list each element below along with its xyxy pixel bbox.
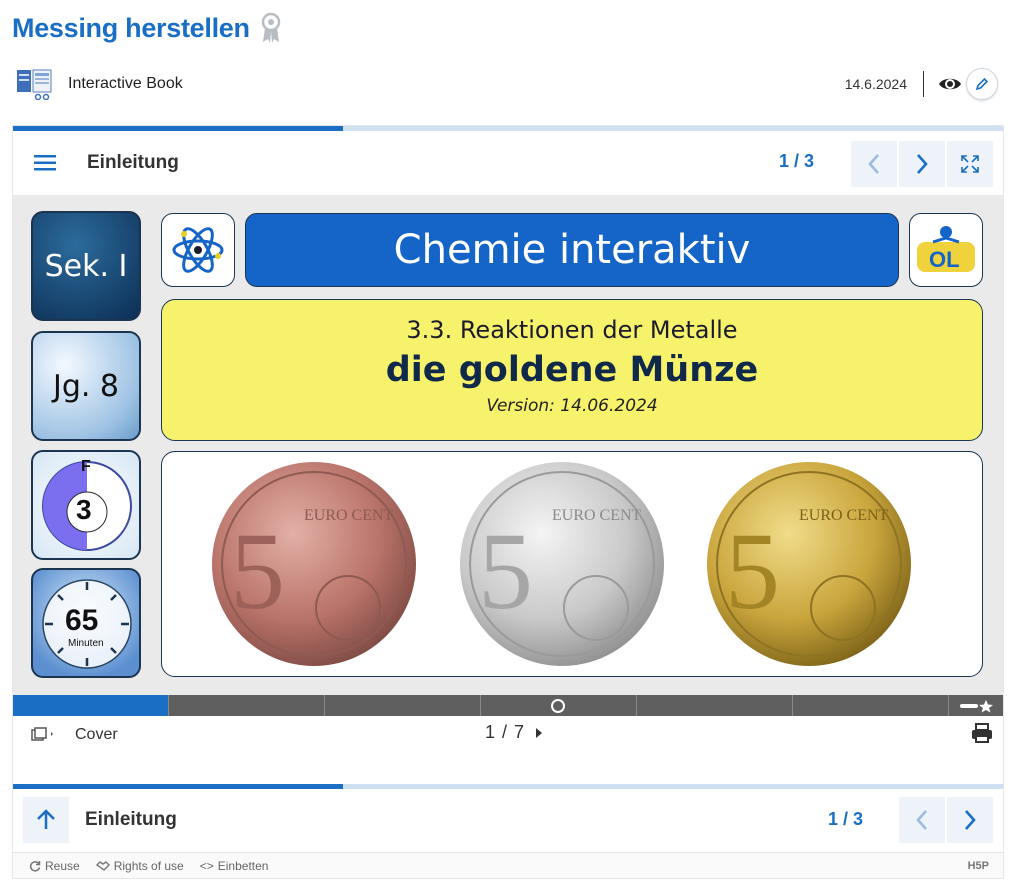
- atom-icon-box: [161, 213, 235, 287]
- arrow-up-icon: [37, 809, 55, 829]
- fullscreen-icon: [961, 155, 979, 173]
- menu-button[interactable]: [13, 131, 77, 195]
- refresh-icon: [29, 860, 41, 872]
- level-label: Sek. I: [44, 248, 128, 284]
- chapter-counter: 1 / 3: [779, 151, 815, 171]
- content-meta-row: Interactive Book 14.6.2024: [16, 66, 998, 102]
- previous-chapter-button[interactable]: [851, 141, 897, 187]
- svg-text:EURO CENT: EURO CENT: [552, 507, 642, 524]
- next-chapter-button[interactable]: [899, 141, 945, 187]
- embed-label: Einbetten: [217, 858, 269, 873]
- level-tile: Sek. I: [31, 211, 141, 321]
- slide-footer: Cover 1 / 7: [13, 716, 1003, 756]
- subtitle-box: 3.3. Reaktionen der Metalle die goldene …: [161, 299, 983, 441]
- slide-counter-text: 1 / 7: [485, 722, 526, 742]
- interactive-book: Einleitung 1 / 3 Sek. I Jg. 8 F 3 65 Min…: [12, 125, 1004, 879]
- version-label: Version: 14.06.2024: [486, 396, 658, 416]
- page-header: Messing herstellen: [12, 10, 282, 46]
- difficulty-level: 3: [76, 494, 92, 525]
- slides-icon: [31, 727, 53, 741]
- duration-tile: 65 Minuten: [31, 568, 141, 678]
- hamburger-icon: [34, 155, 56, 171]
- handshake-icon: [95, 860, 110, 871]
- task-marker-icon[interactable]: [550, 698, 566, 714]
- bottom-chapter-counter: 1 / 3: [828, 809, 864, 829]
- difficulty-tile: F 3: [31, 450, 141, 560]
- ol-logo-icon: OL: [917, 226, 975, 272]
- summary-star-icon[interactable]: [958, 699, 994, 713]
- rights-of-use-link[interactable]: Rights of use: [95, 858, 184, 873]
- eye-icon[interactable]: [938, 72, 962, 96]
- svg-text:EURO CENT: EURO CENT: [799, 507, 889, 524]
- chapter-title: Einleitung: [87, 152, 179, 173]
- copper-coin-icon: 5 EURO CENT: [212, 462, 416, 666]
- reuse-label: Reuse: [45, 858, 80, 873]
- svg-text:5: 5: [478, 510, 533, 632]
- bottom-previous-chapter-button[interactable]: [899, 797, 945, 843]
- silver-coin-icon: 5 EURO CENT: [460, 462, 664, 666]
- scroll-to-top-button[interactable]: [23, 797, 69, 843]
- next-slide-icon[interactable]: [535, 727, 543, 739]
- slide-progress-bar[interactable]: [13, 695, 1003, 716]
- reuse-link[interactable]: Reuse: [29, 859, 80, 873]
- svg-text:5: 5: [725, 510, 780, 632]
- pencil-icon: [975, 77, 989, 91]
- chevron-right-icon: [965, 810, 976, 830]
- publish-date: 14.6.2024: [844, 76, 907, 92]
- embed-link[interactable]: <> Einbetten: [200, 859, 269, 873]
- title-banner: Chemie interaktiv: [245, 213, 899, 287]
- duration-unit: Minuten: [68, 638, 104, 649]
- chevron-left-icon: [916, 810, 927, 830]
- meta-divider: [923, 71, 924, 97]
- difficulty-letter: F: [81, 458, 91, 475]
- bottom-navigation-bar: Einleitung 1 / 3: [13, 789, 1003, 851]
- grade-label: Jg. 8: [52, 368, 120, 404]
- h5p-logo[interactable]: H5P: [968, 860, 989, 872]
- logo-box: OL: [909, 213, 983, 287]
- svg-text:EURO CENT: EURO CENT: [304, 507, 394, 524]
- edit-button[interactable]: [966, 68, 998, 100]
- page-title: Messing herstellen: [12, 12, 250, 43]
- svg-text:OL: OL: [929, 247, 960, 272]
- code-icon: <>: [199, 858, 214, 873]
- atom-icon: [172, 227, 224, 273]
- rights-label: Rights of use: [113, 858, 184, 873]
- slide-content: Sek. I Jg. 8 F 3 65 Minuten Chemie inter…: [13, 195, 1003, 695]
- gold-coin-icon: 5 EURO CENT: [707, 462, 911, 666]
- grade-tile: Jg. 8: [31, 331, 141, 441]
- award-icon: [261, 12, 280, 43]
- print-icon[interactable]: [971, 722, 993, 744]
- bottom-chapter-title: Einleitung: [85, 809, 177, 830]
- cover-button[interactable]: Cover: [31, 726, 118, 744]
- cover-label: Cover: [75, 726, 118, 743]
- banner-title: Chemie interaktiv: [393, 227, 751, 273]
- duration-value: 65: [65, 604, 99, 637]
- content-type-label: Interactive Book: [68, 75, 183, 92]
- chevron-right-icon: [917, 154, 928, 174]
- fullscreen-button[interactable]: [947, 141, 993, 187]
- top-navigation-bar: Einleitung 1 / 3: [13, 131, 1003, 195]
- slide-counter: 1 / 7: [485, 722, 543, 743]
- coin-image-box: 5 EURO CENT 5 EURO CENT 5 EURO CENT: [161, 451, 983, 677]
- h5p-footer: Reuse Rights of use <> Einbetten H5P: [13, 852, 1003, 878]
- svg-text:5: 5: [230, 510, 285, 632]
- bottom-next-chapter-button[interactable]: [947, 797, 993, 843]
- chapter-subtitle: 3.3. Reaktionen der Metalle: [406, 316, 738, 344]
- chevron-left-icon: [868, 154, 879, 174]
- lesson-title: die goldene Münze: [385, 350, 759, 390]
- slide-progress-fill: [13, 695, 168, 716]
- interactive-book-icon: [17, 69, 52, 100]
